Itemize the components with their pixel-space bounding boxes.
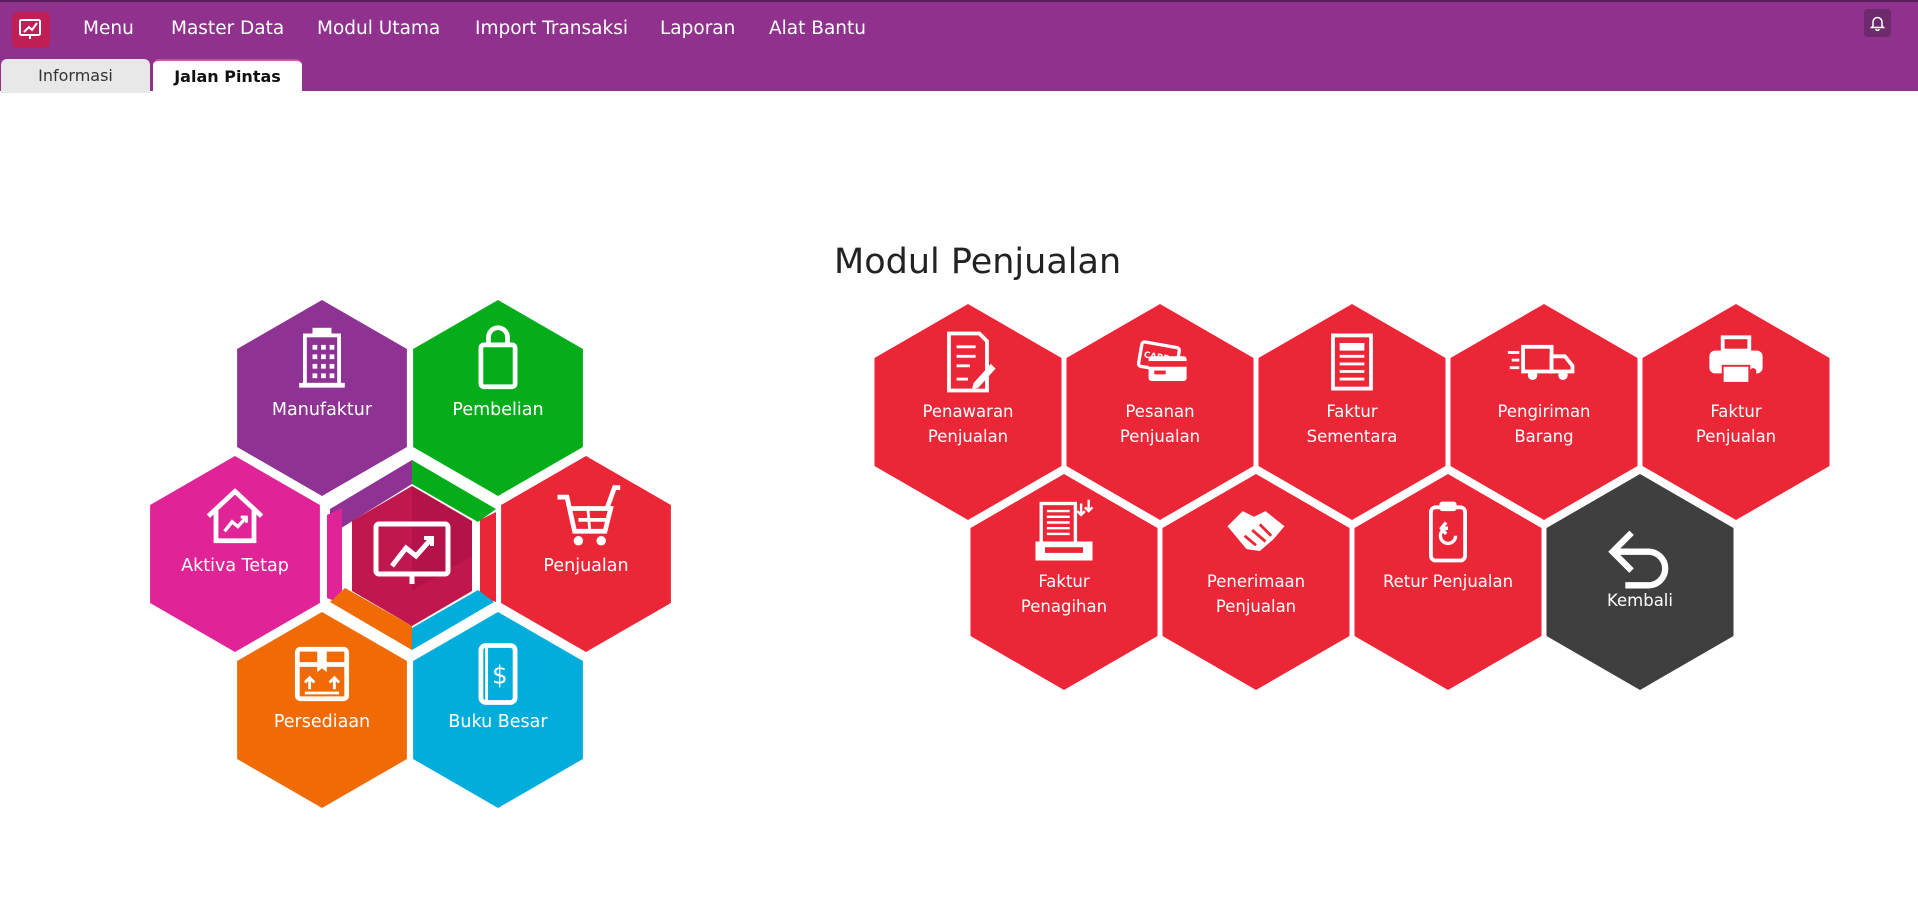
wedge-penjualan bbox=[480, 512, 496, 602]
wedge-aktiva bbox=[327, 508, 342, 604]
